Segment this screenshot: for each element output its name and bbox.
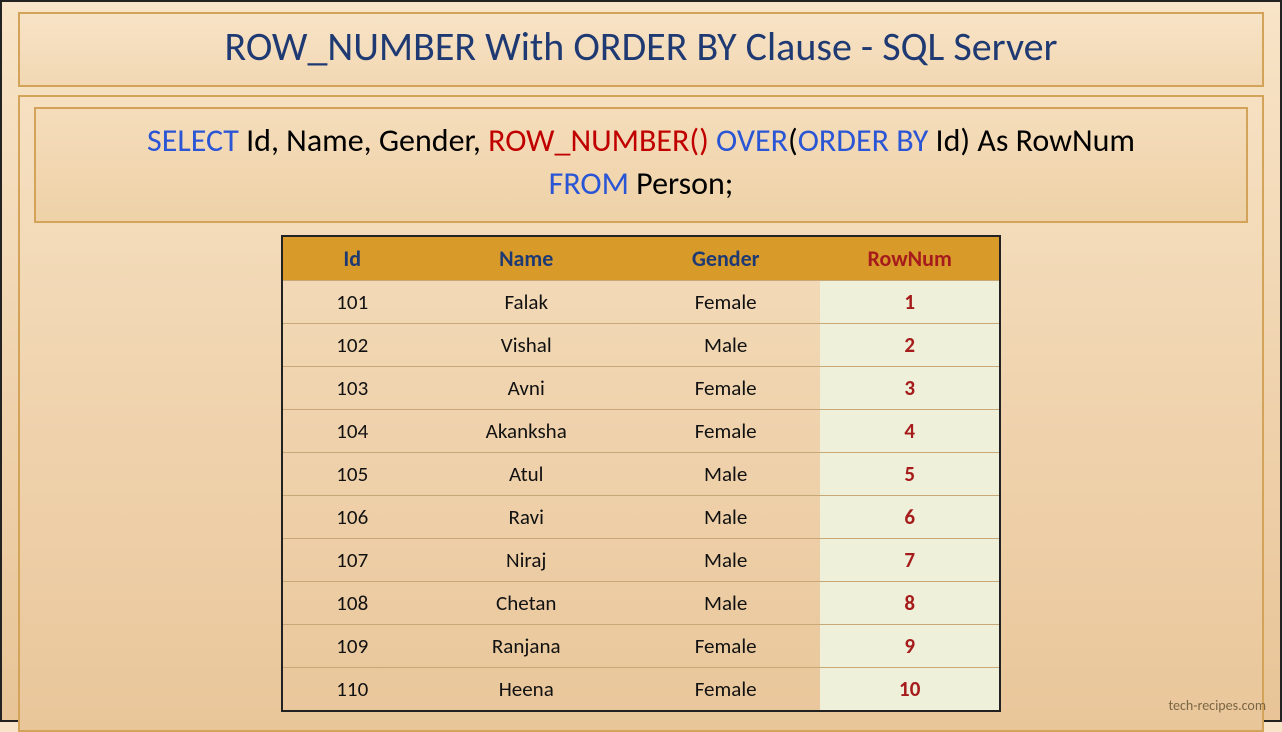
table-row: 107NirajMale7 bbox=[282, 539, 1000, 582]
content-box: SELECT Id, Name, Gender, ROW_NUMBER() OV… bbox=[18, 95, 1264, 732]
cell-name: Falak bbox=[422, 281, 631, 324]
cell-gender: Male bbox=[631, 324, 820, 367]
cell-id: 104 bbox=[282, 410, 422, 453]
table-row: 102VishalMale2 bbox=[282, 324, 1000, 367]
cell-gender: Female bbox=[631, 625, 820, 668]
cell-name: Heena bbox=[422, 668, 631, 712]
cell-name: Akanksha bbox=[422, 410, 631, 453]
watermark: tech-recipes.com bbox=[1168, 697, 1266, 714]
cell-rownum: 4 bbox=[820, 410, 1000, 453]
cell-gender: Male bbox=[631, 539, 820, 582]
cell-id: 108 bbox=[282, 582, 422, 625]
sql-table: Person; bbox=[629, 164, 733, 203]
cell-id: 109 bbox=[282, 625, 422, 668]
cell-gender: Female bbox=[631, 281, 820, 324]
cell-id: 105 bbox=[282, 453, 422, 496]
cell-id: 101 bbox=[282, 281, 422, 324]
sql-query-box: SELECT Id, Name, Gender, ROW_NUMBER() OV… bbox=[34, 107, 1248, 223]
sql-rownumber: ROW_NUMBER() bbox=[488, 121, 709, 160]
table-row: 105AtulMale5 bbox=[282, 453, 1000, 496]
cell-gender: Male bbox=[631, 496, 820, 539]
sql-orderby-col: Id) bbox=[928, 121, 970, 160]
table-row: 104AkankshaFemale4 bbox=[282, 410, 1000, 453]
sql-from: FROM bbox=[549, 164, 629, 203]
header-rownum: RowNum bbox=[820, 236, 1000, 281]
cell-name: Ranjana bbox=[422, 625, 631, 668]
header-name: Name bbox=[422, 236, 631, 281]
table-row: 109RanjanaFemale9 bbox=[282, 625, 1000, 668]
cell-gender: Male bbox=[631, 453, 820, 496]
cell-name: Niraj bbox=[422, 539, 631, 582]
cell-gender: Female bbox=[631, 367, 820, 410]
cell-rownum: 3 bbox=[820, 367, 1000, 410]
cell-id: 102 bbox=[282, 324, 422, 367]
cell-rownum: 2 bbox=[820, 324, 1000, 367]
cell-id: 106 bbox=[282, 496, 422, 539]
cell-rownum: 6 bbox=[820, 496, 1000, 539]
cell-gender: Female bbox=[631, 410, 820, 453]
cell-rownum: 7 bbox=[820, 539, 1000, 582]
sql-space bbox=[709, 121, 716, 160]
table-row: 108ChetanMale8 bbox=[282, 582, 1000, 625]
sql-alias: As RowNum bbox=[970, 121, 1135, 160]
table-row: 101FalakFemale1 bbox=[282, 281, 1000, 324]
cell-id: 103 bbox=[282, 367, 422, 410]
title-box: ROW_NUMBER With ORDER BY Clause - SQL Se… bbox=[18, 12, 1264, 87]
header-gender: Gender bbox=[631, 236, 820, 281]
sql-select: SELECT bbox=[147, 121, 239, 160]
result-table: Id Name Gender RowNum 101FalakFemale1102… bbox=[281, 235, 1001, 712]
cell-rownum: 1 bbox=[820, 281, 1000, 324]
table-row: 103AvniFemale3 bbox=[282, 367, 1000, 410]
sql-over: OVER bbox=[716, 121, 788, 160]
sql-columns: Id, Name, Gender, bbox=[239, 121, 488, 160]
cell-gender: Male bbox=[631, 582, 820, 625]
cell-name: Ravi bbox=[422, 496, 631, 539]
cell-id: 110 bbox=[282, 668, 422, 712]
cell-rownum: 10 bbox=[820, 668, 1000, 712]
cell-rownum: 9 bbox=[820, 625, 1000, 668]
page-title: ROW_NUMBER With ORDER BY Clause - SQL Se… bbox=[30, 22, 1252, 71]
sql-orderby: ORDER BY bbox=[798, 121, 929, 160]
cell-id: 107 bbox=[282, 539, 422, 582]
cell-name: Vishal bbox=[422, 324, 631, 367]
table-row: 106RaviMale6 bbox=[282, 496, 1000, 539]
header-id: Id bbox=[282, 236, 422, 281]
cell-rownum: 5 bbox=[820, 453, 1000, 496]
cell-rownum: 8 bbox=[820, 582, 1000, 625]
cell-name: Chetan bbox=[422, 582, 631, 625]
table-header-row: Id Name Gender RowNum bbox=[282, 236, 1000, 281]
sql-paren: ( bbox=[788, 121, 798, 160]
cell-gender: Female bbox=[631, 668, 820, 712]
cell-name: Avni bbox=[422, 367, 631, 410]
table-row: 110HeenaFemale10 bbox=[282, 668, 1000, 712]
cell-name: Atul bbox=[422, 453, 631, 496]
